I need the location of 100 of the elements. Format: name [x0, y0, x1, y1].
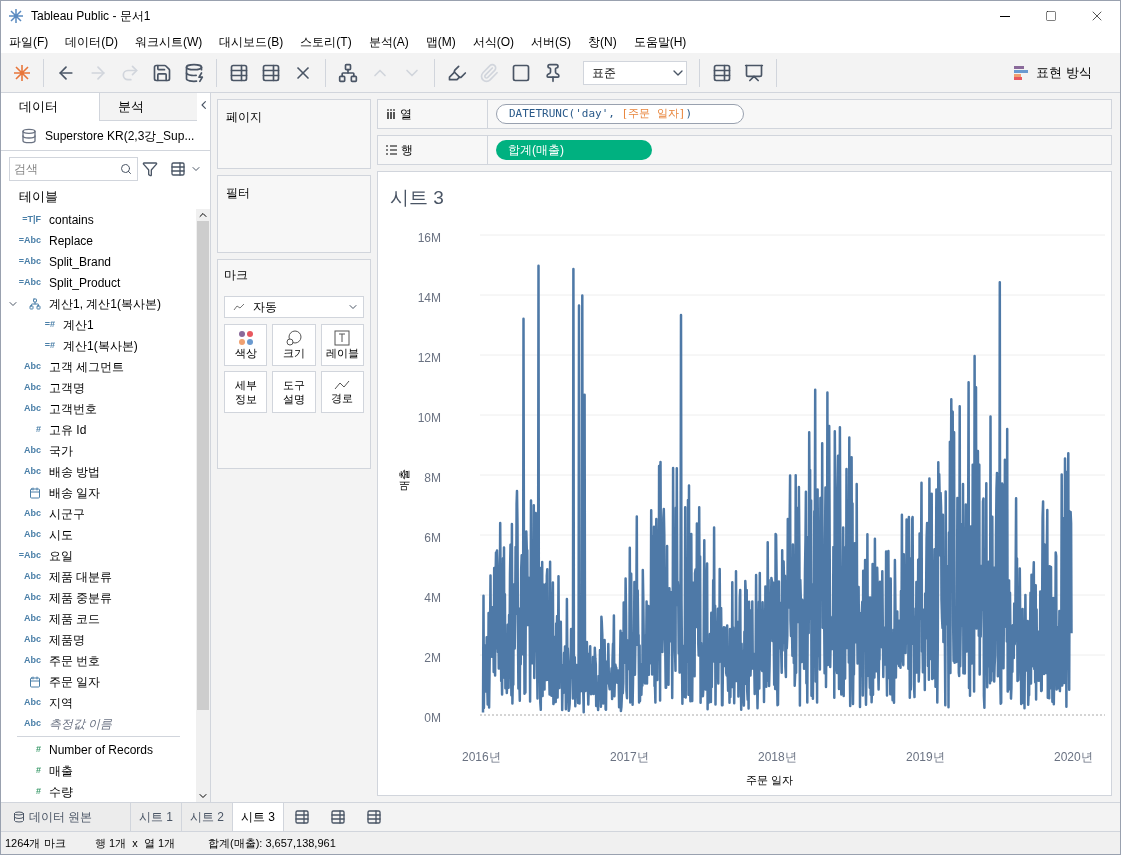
- field-item[interactable]: 계산1, 계산1(복사본): [49, 294, 161, 313]
- field-item[interactable]: 배송 방법: [49, 462, 101, 481]
- database-icon: [13, 811, 25, 823]
- sheet-tab[interactable]: 시트 2: [182, 803, 234, 831]
- menu-item[interactable]: 워크시트(W): [135, 33, 203, 51]
- minimize-icon: [1000, 15, 1010, 17]
- mark-property-button[interactable]: 레이블: [320, 324, 364, 366]
- field-type-icon: Abc: [24, 359, 41, 374]
- field-item[interactable]: Split_Brand: [49, 252, 112, 271]
- field-item[interactable]: 고객명: [49, 378, 85, 397]
- field-item[interactable]: 주문 번호: [49, 651, 101, 670]
- datasource-name[interactable]: Superstore KR(2,3강_Sup...: [45, 126, 195, 145]
- field-item[interactable]: 계산1: [63, 315, 94, 334]
- y-tick-label: 2M: [424, 650, 441, 667]
- menu-item[interactable]: 서버(S): [531, 33, 571, 51]
- sheet-tab[interactable]: 시트 1: [131, 803, 182, 831]
- status-text: 1264개 마크: [5, 835, 67, 851]
- view-list-icon[interactable]: [170, 161, 186, 177]
- field-item[interactable]: 고유 Id: [49, 420, 87, 439]
- hierarchy-icon: [29, 297, 41, 310]
- menu-item[interactable]: 맵(M): [425, 33, 456, 51]
- show-me-button[interactable]: 표현 방식: [1014, 62, 1092, 83]
- field-type-icon: =Abc: [18, 275, 41, 290]
- field-item[interactable]: 지역: [49, 693, 73, 712]
- y-tick-label: 14M: [417, 290, 441, 307]
- menu-item[interactable]: 분석(A): [368, 33, 409, 51]
- line-path-icon: [334, 379, 351, 391]
- fit-dropdown[interactable]: 표준: [583, 60, 687, 85]
- new-datasource-icon[interactable]: [184, 62, 204, 83]
- datasource-tab[interactable]: 데이터 원본: [1, 803, 131, 831]
- mark-property-button[interactable]: 색상: [224, 324, 268, 366]
- columns-icon: [386, 109, 396, 119]
- section-heading: 테이블: [18, 188, 59, 206]
- mark-property-button[interactable]: 도구 설명: [272, 371, 316, 413]
- menu-item[interactable]: 파일(F): [9, 33, 49, 51]
- field-type-icon: Abc: [24, 506, 41, 521]
- field-item[interactable]: 측정값 이름: [49, 714, 113, 733]
- menu-item[interactable]: 서식(O): [472, 33, 514, 51]
- field-type-icon: Abc: [24, 653, 41, 668]
- field-item[interactable]: 고객 세그먼트: [49, 357, 125, 376]
- field-type-icon: =Abc: [18, 254, 41, 269]
- menu-item[interactable]: 대시보드(B): [219, 33, 284, 51]
- field-item[interactable]: Replace: [49, 231, 94, 250]
- field-item[interactable]: Split_Product: [49, 273, 121, 292]
- search-icon[interactable]: [120, 163, 132, 175]
- mark-property-button[interactable]: 경로: [320, 371, 364, 413]
- menu-item[interactable]: 도움말(H): [633, 33, 687, 51]
- rows-icon: [386, 145, 397, 155]
- field-item[interactable]: 수량: [49, 782, 73, 801]
- shelf-label: 행: [378, 136, 488, 164]
- field-item[interactable]: 요일: [49, 546, 73, 565]
- field-item[interactable]: 제품 대분류: [49, 567, 113, 586]
- y-tick-label: 10M: [417, 410, 441, 427]
- menu-item[interactable]: 데이터(D): [65, 33, 118, 51]
- field-item[interactable]: 계산1(복사본): [63, 336, 138, 355]
- paperclip-icon[interactable]: [479, 62, 499, 83]
- sheet-tab[interactable]: 시트 3: [233, 803, 285, 831]
- search-field[interactable]: 검색: [9, 157, 138, 181]
- window-title: Tableau Public - 문서1: [31, 8, 151, 25]
- filter-icon[interactable]: [142, 161, 158, 177]
- x-axis-title: 주문 일자: [746, 773, 794, 788]
- save-icon[interactable]: [152, 62, 172, 83]
- menu-item[interactable]: 창(N): [588, 33, 617, 51]
- pages-card: 페이지: [217, 99, 371, 169]
- formula-pill[interactable]: DATETRUNC('day', [주문 일자]): [496, 104, 744, 124]
- field-type-icon: =Abc: [18, 233, 41, 248]
- maximize-icon: [1045, 10, 1057, 22]
- x-tick-label: 2018년: [758, 749, 797, 766]
- line-mark-icon: [233, 303, 245, 311]
- mark-property-button[interactable]: 세부 정보: [224, 371, 268, 413]
- field-item[interactable]: 매출: [49, 761, 73, 780]
- field-type-icon: Abc: [24, 443, 41, 458]
- menu-item[interactable]: 스토리(T): [300, 33, 352, 51]
- scrollbar[interactable]: [196, 209, 210, 802]
- shelf-label: 열: [378, 100, 488, 128]
- field-item[interactable]: contains: [49, 210, 94, 229]
- field-item[interactable]: 고객번호: [49, 399, 97, 418]
- filters-card: 필터: [217, 175, 371, 253]
- field-item[interactable]: 시군구: [49, 504, 85, 523]
- pane-tab[interactable]: 분석: [98, 93, 197, 121]
- presentation-icon[interactable]: [744, 62, 764, 83]
- tableau-logo-icon[interactable]: [13, 63, 31, 82]
- field-type-icon: Abc: [24, 695, 41, 710]
- field-item[interactable]: 제품명: [49, 630, 85, 649]
- field-item[interactable]: 배송 일자: [49, 483, 101, 502]
- mark-type-dropdown[interactable]: 자동: [224, 296, 364, 318]
- field-item[interactable]: 국가: [49, 441, 73, 460]
- field-item[interactable]: 시도: [49, 525, 73, 544]
- pin-icon[interactable]: [543, 62, 563, 83]
- y-tick-label: 12M: [417, 350, 441, 367]
- field-item[interactable]: Number of Records: [49, 740, 154, 759]
- y-tick-label: 0M: [424, 710, 441, 727]
- field-item[interactable]: 주문 일자: [49, 672, 101, 691]
- highlighter-icon[interactable]: [447, 62, 467, 83]
- field-item[interactable]: 제품 중분류: [49, 588, 113, 607]
- y-tick-label: 6M: [424, 530, 441, 547]
- field-type-icon: #: [36, 422, 41, 437]
- field-item[interactable]: 제품 코드: [49, 609, 101, 628]
- datasource-icon: [21, 127, 37, 144]
- mark-property-button[interactable]: 크기: [272, 324, 316, 366]
